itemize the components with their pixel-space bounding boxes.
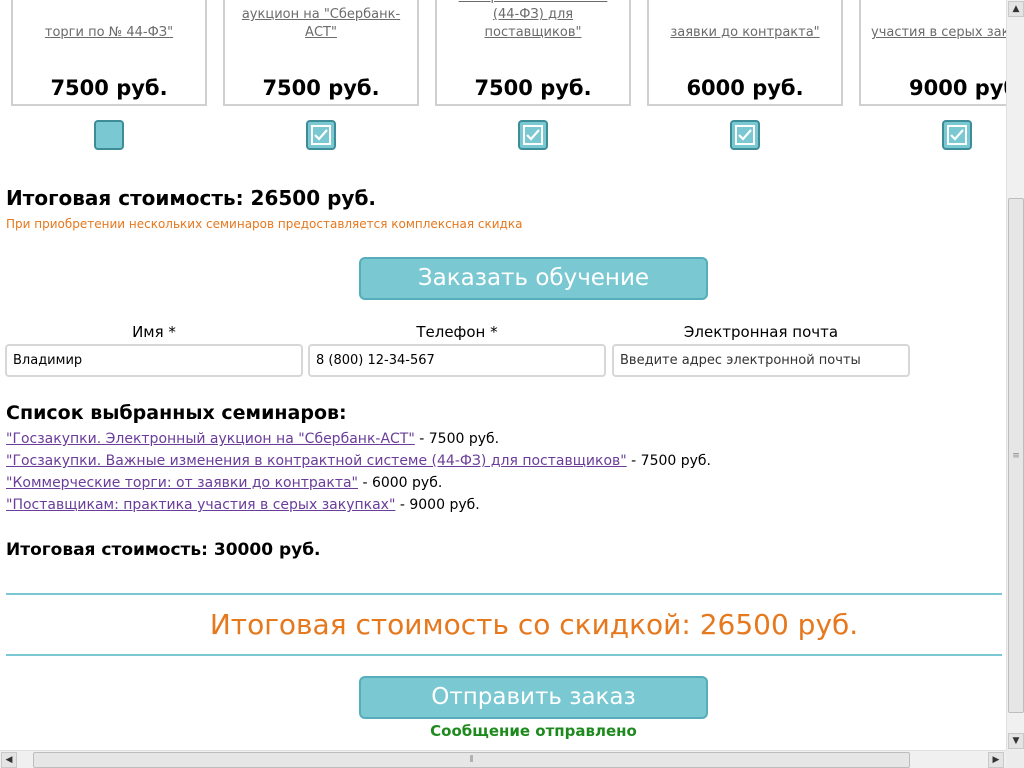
seminar-link[interactable]: "Коммерческие торги: от заявки до контра… — [6, 475, 358, 491]
sent-status-message: Сообщение отправлено — [430, 722, 637, 740]
grip-icon: ⦀ — [469, 755, 474, 765]
seminar-link[interactable]: "Поставщикам: практика участия в серых з… — [6, 497, 395, 513]
vertical-scroll-thumb[interactable]: ≡ — [1008, 198, 1024, 713]
list-item: "Госзакупки. Важные изменения в контракт… — [6, 450, 711, 472]
page-viewport: торги по № 44-ФЗ" 7500 руб. аукцион на "… — [0, 0, 1006, 750]
seminar-card: торги по № 44-ФЗ" 7500 руб. — [11, 0, 207, 106]
name-field[interactable] — [5, 344, 303, 377]
arrow-left-icon[interactable]: ◀ — [1, 752, 17, 768]
seminar-checkbox[interactable] — [518, 120, 548, 150]
seminar-checkbox[interactable] — [942, 120, 972, 150]
seminar-card-price: 7500 руб. — [474, 76, 592, 100]
discount-note: При приобретении нескольких семинаров пр… — [6, 217, 523, 231]
selected-seminars-list: "Госзакупки. Электронный аукцион на "Сбе… — [6, 428, 711, 516]
list-item: "Коммерческие торги: от заявки до контра… — [6, 472, 711, 494]
horizontal-scroll-thumb[interactable]: ⦀ — [33, 752, 910, 768]
arrow-up-icon[interactable]: ▲ — [1008, 1, 1024, 17]
seminar-price: - 9000 руб. — [395, 497, 480, 513]
checkmark-icon — [314, 129, 328, 141]
seminar-price: - 7500 руб. — [626, 453, 712, 469]
seminar-link[interactable]: "Госзакупки. Важные изменения в контракт… — [6, 453, 627, 469]
seminar-card-title-link[interactable]: аукцион на "Сбербанк-АСТ" — [235, 6, 407, 42]
name-label: Имя * — [132, 323, 176, 341]
divider — [6, 593, 1002, 595]
scrollbar-corner — [1006, 750, 1024, 768]
seminar-price: - 7500 руб. — [414, 431, 500, 447]
seminar-card-price: 9000 руб — [909, 76, 1006, 100]
seminar-checkbox[interactable] — [730, 120, 760, 150]
checkmark-icon — [738, 129, 752, 141]
seminar-card-title-link[interactable]: торги по № 44-ФЗ" — [23, 24, 195, 42]
horizontal-scrollbar[interactable]: ◀ ⦀ ▶ — [0, 750, 1006, 768]
email-field[interactable] — [612, 344, 910, 377]
send-order-button[interactable]: Отправить заказ — [359, 676, 708, 719]
list-item: "Поставщикам: практика участия в серых з… — [6, 494, 711, 516]
list-item: "Госзакупки. Электронный аукцион на "Сбе… — [6, 428, 711, 450]
seminar-link[interactable]: "Госзакупки. Электронный аукцион на "Сбе… — [6, 431, 415, 447]
seminar-card-title-link[interactable]: участия в серых зак — [871, 24, 1006, 42]
phone-label: Телефон * — [416, 323, 498, 341]
divider — [6, 654, 1002, 656]
seminar-card-price: 7500 руб. — [50, 76, 168, 100]
seminar-card-title-link[interactable]: заявки до контракта" — [659, 24, 831, 42]
email-label: Электронная почта — [683, 323, 839, 341]
seminar-price: - 6000 руб. — [358, 475, 443, 491]
discount-total-price: Итоговая стоимость со скидкой: 26500 руб… — [209, 608, 859, 641]
seminar-card-title-link[interactable]: изменения в контрактной системе (44-ФЗ) … — [447, 0, 619, 42]
arrow-right-icon[interactable]: ▶ — [988, 752, 1004, 768]
total-price: Итоговая стоимость: 26500 руб. — [6, 186, 377, 210]
phone-field[interactable] — [308, 344, 606, 377]
order-training-button[interactable]: Заказать обучение — [359, 257, 708, 300]
seminar-card: участия в серых зак 9000 руб — [859, 0, 1006, 106]
checkmark-icon — [526, 129, 540, 141]
seminar-checkbox[interactable] — [306, 120, 336, 150]
vertical-scrollbar[interactable]: ▲ ≡ ▼ — [1006, 0, 1024, 750]
seminar-card: аукцион на "Сбербанк-АСТ" 7500 руб. — [223, 0, 419, 106]
selected-seminars-title: Список выбранных семинаров: — [6, 402, 347, 424]
selected-total-price: Итоговая стоимость: 30000 руб. — [6, 540, 321, 560]
seminar-card-price: 7500 руб. — [262, 76, 380, 100]
seminar-card-price: 6000 руб. — [686, 76, 804, 100]
arrow-down-icon[interactable]: ▼ — [1008, 733, 1024, 749]
seminar-card: заявки до контракта" 6000 руб. — [647, 0, 843, 106]
seminar-checkbox[interactable] — [94, 120, 124, 150]
checkmark-icon — [950, 129, 964, 141]
seminar-card: изменения в контрактной системе (44-ФЗ) … — [435, 0, 631, 106]
grip-icon: ≡ — [1012, 450, 1020, 461]
